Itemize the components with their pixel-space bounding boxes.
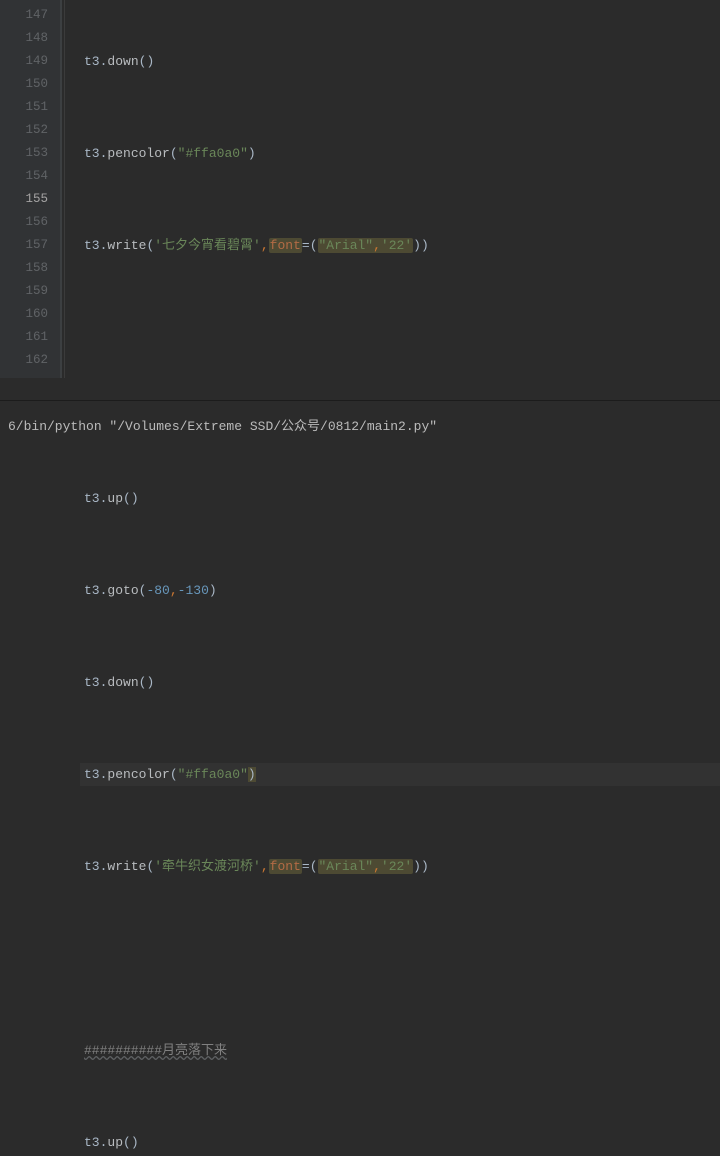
code-line[interactable]: t3.goto(-80,-130) [80, 579, 720, 602]
line-number-current: 155 [0, 188, 48, 211]
code-line[interactable]: ##########月亮落下来 [80, 1039, 720, 1062]
code-editor[interactable]: 147 148 149 150 151 152 153 154 155 156 … [0, 0, 720, 378]
param-hint: font [269, 238, 302, 253]
line-number: 151 [0, 96, 48, 119]
line-number: 159 [0, 280, 48, 303]
line-number: 152 [0, 119, 48, 142]
line-number: 161 [0, 326, 48, 349]
code-line[interactable]: t3.write('牵牛织女渡河桥',font=("Arial",'22')) [80, 855, 720, 878]
gutter-border [60, 0, 62, 378]
line-number: 147 [0, 4, 48, 27]
code-line-empty[interactable] [80, 326, 720, 349]
code-line-current[interactable]: t3.pencolor("#ffa0a0") [80, 763, 720, 786]
line-number: 148 [0, 27, 48, 50]
line-number: 157 [0, 234, 48, 257]
code-line[interactable]: t3.down() [80, 671, 720, 694]
code-line[interactable]: t3.pencolor("#ffa0a0") [80, 142, 720, 165]
indent-guide [64, 0, 80, 378]
code-line[interactable]: t3.up() [80, 487, 720, 510]
line-number: 150 [0, 73, 48, 96]
line-number: 153 [0, 142, 48, 165]
line-number: 160 [0, 303, 48, 326]
code-line[interactable]: t3.up() [80, 1131, 720, 1154]
code-line-empty[interactable] [80, 395, 720, 418]
param-hint: font [269, 859, 302, 874]
line-number: 149 [0, 50, 48, 73]
code-area[interactable]: t3.down() t3.pencolor("#ffa0a0") t3.writ… [80, 0, 720, 378]
code-line-empty[interactable] [80, 947, 720, 970]
code-line[interactable]: t3.write('七夕今宵看碧霄',font=("Arial",'22')) [80, 234, 720, 257]
line-number: 158 [0, 257, 48, 280]
line-number-gutter: 147 148 149 150 151 152 153 154 155 156 … [0, 0, 60, 378]
line-number: 162 [0, 349, 48, 372]
line-number: 156 [0, 211, 48, 234]
line-number: 154 [0, 165, 48, 188]
code-line[interactable]: t3.down() [80, 50, 720, 73]
